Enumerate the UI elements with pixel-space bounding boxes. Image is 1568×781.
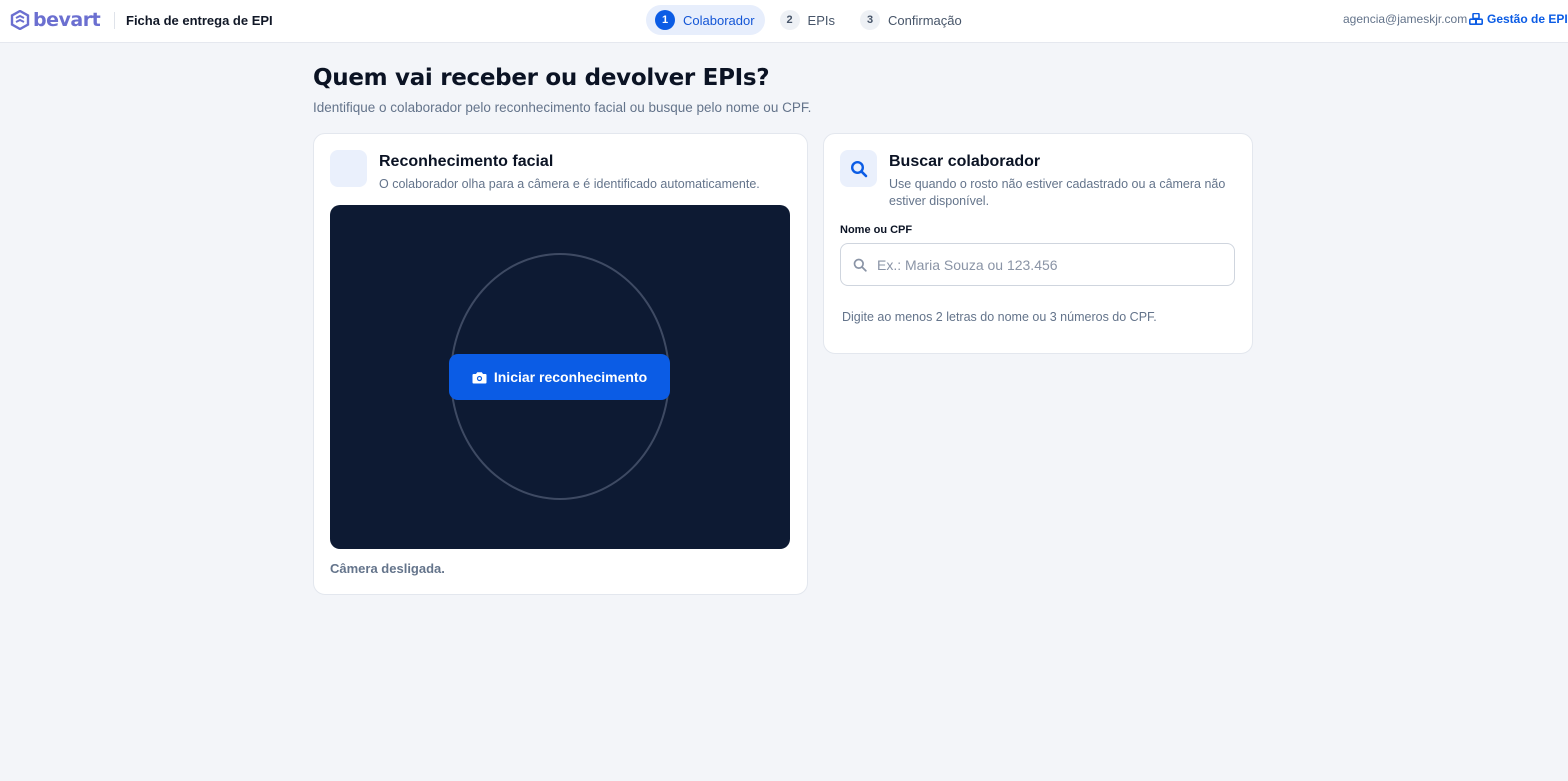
camera-status: Câmera desligada.: [330, 561, 445, 576]
search-card-icon-wrap: [840, 150, 877, 187]
management-link-label: Gestão de EPI: [1487, 12, 1568, 26]
boxes-icon: [1469, 13, 1483, 25]
step-number: 3: [860, 10, 881, 30]
user-email: agencia@jameskjr.com: [1343, 12, 1468, 26]
management-link[interactable]: Gestão de EPI: [1469, 12, 1568, 26]
page-subtitle: Identifique o colaborador pelo reconheci…: [313, 100, 812, 115]
step-colaborador[interactable]: 1 Colaborador: [646, 5, 765, 35]
step-label: EPIs: [807, 12, 836, 28]
face-card-description: O colaborador olha para a câmera e é ide…: [379, 177, 760, 191]
search-employee-card: Buscar colaborador Use quando o rosto nã…: [823, 133, 1253, 354]
bevart-logo[interactable]: bevart: [10, 9, 101, 31]
step-label: Colaborador: [683, 12, 755, 28]
start-recognition-button[interactable]: Iniciar reconhecimento: [449, 354, 670, 400]
step-confirmacao[interactable]: 3 Confirmação: [851, 5, 972, 35]
name-or-cpf-label: Nome ou CPF: [840, 224, 913, 236]
search-icon: [850, 160, 867, 177]
start-recognition-label: Iniciar reconhecimento: [493, 369, 648, 385]
logo-text: bevart: [33, 9, 101, 31]
app-title: Ficha de entrega de EPI: [126, 13, 273, 28]
face-recognition-card: Reconhecimento facial O colaborador olha…: [313, 133, 808, 595]
camera-view: Iniciar reconhecimento: [330, 205, 790, 549]
top-bar: bevart Ficha de entrega de EPI 1 Colabor…: [0, 0, 1568, 43]
page-title: Quem vai receber ou devolver EPIs?: [313, 65, 770, 91]
face-recognition-icon: [330, 150, 367, 187]
search-box[interactable]: [840, 243, 1235, 286]
header-divider: [114, 12, 115, 29]
search-card-title: Buscar colaborador: [889, 153, 1041, 170]
face-card-title: Reconhecimento facial: [379, 153, 554, 170]
name-or-cpf-input[interactable]: [877, 245, 1227, 284]
bevart-logo-icon: [10, 10, 30, 30]
search-hint: Digite ao menos 2 letras do nome ou 3 nú…: [842, 310, 1157, 324]
step-label: Confirmação: [888, 12, 962, 28]
stepper: 1 Colaborador 2 EPIs 3 Confirmação: [646, 5, 972, 35]
search-input-icon: [853, 258, 867, 272]
step-number: 2: [779, 10, 800, 30]
step-epis[interactable]: 2 EPIs: [771, 5, 845, 35]
search-card-description: Use quando o rosto não estiver cadastrad…: [889, 177, 1226, 208]
step-number: 1: [655, 10, 675, 30]
camera-icon: [472, 371, 487, 383]
